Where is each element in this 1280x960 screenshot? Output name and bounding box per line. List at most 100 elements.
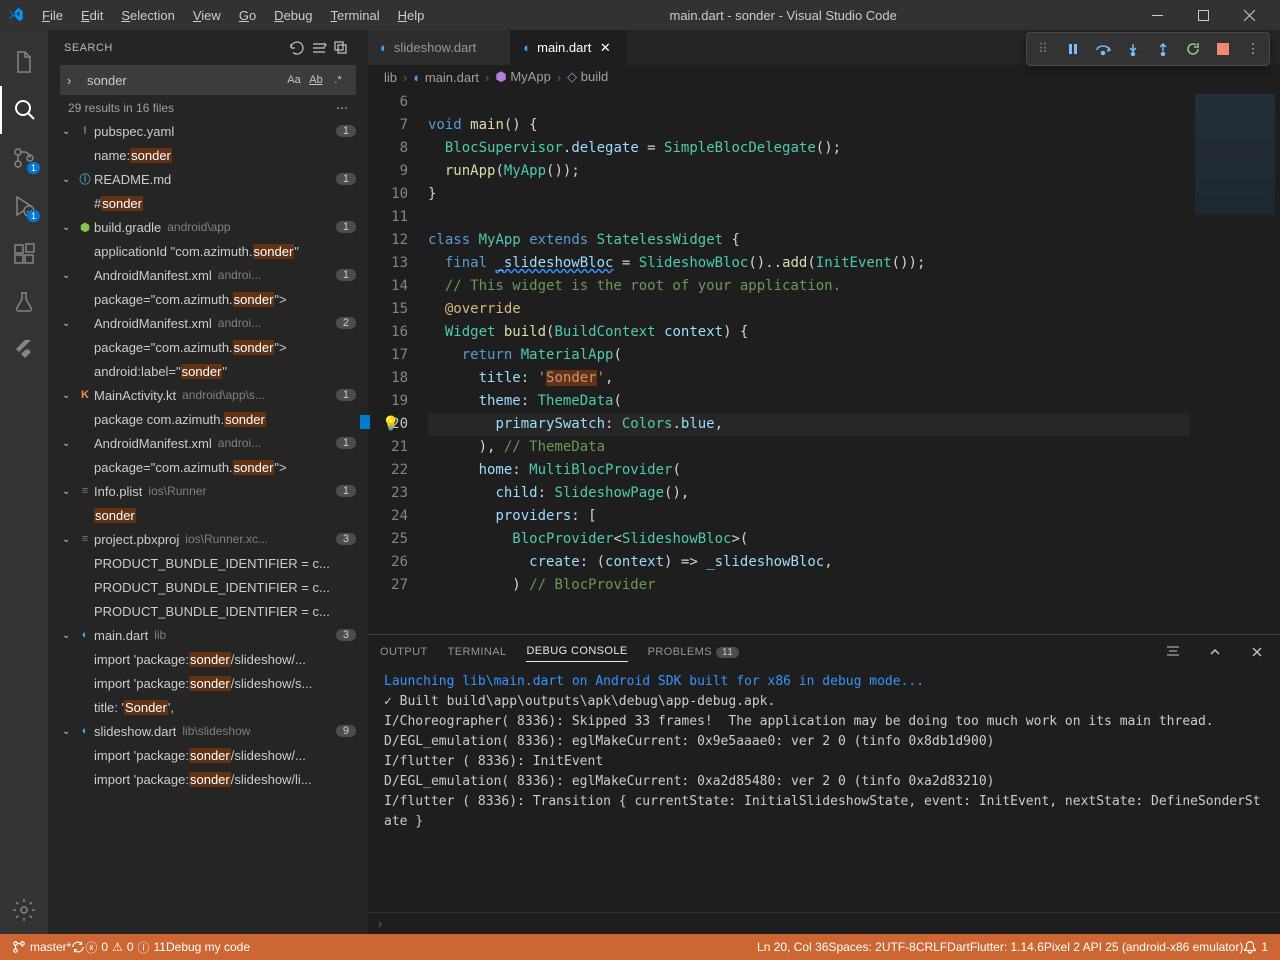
search-file-row[interactable]: ⌄◐slideshow.dartlib\slideshow9: [48, 719, 368, 743]
match-case-icon[interactable]: Aa: [283, 69, 305, 91]
search-file-row[interactable]: ⌄AndroidManifest.xmlandroi...1: [48, 263, 368, 287]
breadcrumb-item[interactable]: ◇ build: [567, 69, 608, 85]
menu-item-help[interactable]: Help: [390, 4, 433, 27]
encoding-status[interactable]: UTF-8: [882, 940, 916, 954]
search-match-row[interactable]: package="com.azimuth.sonder">: [48, 287, 368, 311]
git-branch-status[interactable]: master*: [12, 940, 71, 954]
menu-item-go[interactable]: Go: [231, 4, 264, 27]
panel-tab-terminal[interactable]: TERMINAL: [448, 642, 507, 662]
editor-tab[interactable]: ◐slideshow.dart✕: [368, 30, 511, 65]
search-file-row[interactable]: ⌄◐main.dartlib3: [48, 623, 368, 647]
maximize-button[interactable]: [1180, 0, 1226, 30]
search-match-row[interactable]: title: 'Sonder',: [48, 695, 368, 719]
problems-status[interactable]: ⓧ0⚠0ⓘ11: [85, 939, 166, 956]
search-file-row[interactable]: ⌄!pubspec.yaml1: [48, 119, 368, 143]
menu-item-selection[interactable]: Selection: [113, 4, 182, 27]
testing-icon[interactable]: [0, 278, 48, 326]
refresh-icon[interactable]: [286, 37, 308, 59]
device-status[interactable]: Pixel 2 API 25 (android-x86 emulator): [1044, 940, 1243, 954]
menu-item-terminal[interactable]: Terminal: [322, 4, 387, 27]
flutter-version-status[interactable]: Flutter: 1.14.6: [970, 940, 1044, 954]
status-bar: master* ⓧ0⚠0ⓘ11 Debug my code Ln 20, Col…: [0, 934, 1280, 960]
notifications-status[interactable]: 1: [1243, 940, 1268, 954]
settings-gear-icon[interactable]: [0, 886, 48, 934]
search-icon[interactable]: [0, 86, 48, 134]
debug-step-out-icon[interactable]: [1149, 35, 1177, 63]
toggle-search-details-icon[interactable]: ›: [67, 73, 83, 88]
breadcrumb-item[interactable]: lib: [384, 70, 397, 85]
search-results-list[interactable]: ⌄!pubspec.yaml1name: sonder⌄ⓘREADME.md1#…: [48, 119, 368, 934]
search-match-row[interactable]: android:label="sonder": [48, 359, 368, 383]
minimize-button[interactable]: [1134, 0, 1180, 30]
activity-bar: 1 1: [0, 30, 48, 934]
search-file-row[interactable]: ⌄AndroidManifest.xmlandroi...2: [48, 311, 368, 335]
search-file-row[interactable]: ⌄≡Info.plistios\Runner1: [48, 479, 368, 503]
panel-maximize-icon[interactable]: [1204, 641, 1226, 663]
menu-item-file[interactable]: File: [34, 4, 71, 27]
search-match-row[interactable]: package="com.azimuth.sonder">: [48, 335, 368, 359]
search-match-row[interactable]: import 'package:sonder/slideshow/li...: [48, 767, 368, 791]
debug-step-over-icon[interactable]: [1089, 35, 1117, 63]
panel-tab-debug-console[interactable]: DEBUG CONSOLE: [526, 641, 627, 662]
extensions-icon[interactable]: [0, 230, 48, 278]
debug-drag-handle-icon[interactable]: ⠿: [1029, 35, 1057, 63]
search-file-row[interactable]: ⌄KMainActivity.ktandroid\app\s...1: [48, 383, 368, 407]
debug-more-icon[interactable]: ⋮: [1239, 35, 1267, 63]
results-summary: 29 results in 16 files ⋯: [48, 97, 368, 119]
debug-pause-icon[interactable]: [1059, 35, 1087, 63]
panel-tab-problems[interactable]: PROBLEMS11: [648, 642, 740, 662]
close-button[interactable]: [1226, 0, 1272, 30]
search-match-row[interactable]: PRODUCT_BUNDLE_IDENTIFIER = c...: [48, 575, 368, 599]
panel-tab-output[interactable]: OUTPUT: [380, 642, 428, 662]
debug-restart-icon[interactable]: [1179, 35, 1207, 63]
code-editor[interactable]: void main() { BlocSupervisor.delegate = …: [428, 89, 1190, 634]
search-match-row[interactable]: sonder: [48, 503, 368, 527]
search-match-row[interactable]: package com.azimuth.sonder: [48, 407, 368, 431]
debug-icon[interactable]: 1: [0, 182, 48, 230]
breadcrumb[interactable]: lib›◐ main.dart›⬢ MyApp›◇ build: [368, 65, 1280, 89]
search-match-row[interactable]: import 'package:sonder/slideshow/...: [48, 647, 368, 671]
debug-stop-icon[interactable]: [1209, 35, 1237, 63]
breadcrumb-item[interactable]: ◐ main.dart: [413, 70, 479, 85]
explorer-icon[interactable]: [0, 38, 48, 86]
search-input[interactable]: [87, 73, 283, 88]
match-whole-word-icon[interactable]: Ab: [305, 69, 327, 91]
search-match-row[interactable]: import 'package:sonder/slideshow/...: [48, 743, 368, 767]
sync-status[interactable]: [71, 940, 85, 954]
eol-status[interactable]: CRLF: [916, 940, 947, 954]
clear-search-icon[interactable]: [308, 37, 330, 59]
search-match-row[interactable]: name: sonder: [48, 143, 368, 167]
language-status[interactable]: Dart: [947, 940, 970, 954]
menu-item-debug[interactable]: Debug: [266, 4, 320, 27]
search-match-row[interactable]: package="com.azimuth.sonder">: [48, 455, 368, 479]
panel-filter-icon[interactable]: [1162, 641, 1184, 663]
menu-item-view[interactable]: View: [185, 4, 229, 27]
editor-tab[interactable]: ◐main.dart✕: [511, 30, 626, 65]
flutter-icon[interactable]: [0, 326, 48, 374]
search-match-row[interactable]: PRODUCT_BUNDLE_IDENTIFIER = c...: [48, 551, 368, 575]
search-match-row[interactable]: PRODUCT_BUNDLE_IDENTIFIER = c...: [48, 599, 368, 623]
panel-close-icon[interactable]: [1246, 641, 1268, 663]
menu-item-edit[interactable]: Edit: [73, 4, 111, 27]
search-file-row[interactable]: ⌄⬢build.gradleandroid\app1: [48, 215, 368, 239]
source-control-icon[interactable]: 1: [0, 134, 48, 182]
debug-console-output[interactable]: Launching lib\main.dart on Android SDK b…: [368, 668, 1280, 912]
debug-step-into-icon[interactable]: [1119, 35, 1147, 63]
cursor-position-status[interactable]: Ln 20, Col 36: [757, 940, 828, 954]
search-match-row[interactable]: import 'package:sonder/slideshow/s...: [48, 671, 368, 695]
use-regex-icon[interactable]: .*: [327, 69, 349, 91]
search-match-row[interactable]: # sonder: [48, 191, 368, 215]
collapse-all-icon[interactable]: [330, 37, 352, 59]
search-file-row[interactable]: ⌄≡project.pbxprojios\Runner.xc...3: [48, 527, 368, 551]
minimap[interactable]: [1190, 89, 1280, 634]
debug-config-status[interactable]: Debug my code: [166, 940, 250, 954]
search-file-row[interactable]: ⌄AndroidManifest.xmlandroi...1: [48, 431, 368, 455]
search-match-row[interactable]: applicationId "com.azimuth.sonder": [48, 239, 368, 263]
debug-console-input[interactable]: ›: [368, 912, 1280, 934]
close-tab-icon[interactable]: ✕: [597, 40, 613, 56]
indentation-status[interactable]: Spaces: 2: [828, 940, 881, 954]
breadcrumb-item[interactable]: ⬢ MyApp: [495, 69, 550, 85]
more-options-icon[interactable]: ⋯: [336, 101, 348, 115]
line-gutter[interactable]: 678910111213141516171819💡202122232425262…: [368, 89, 428, 634]
search-file-row[interactable]: ⌄ⓘREADME.md1: [48, 167, 368, 191]
